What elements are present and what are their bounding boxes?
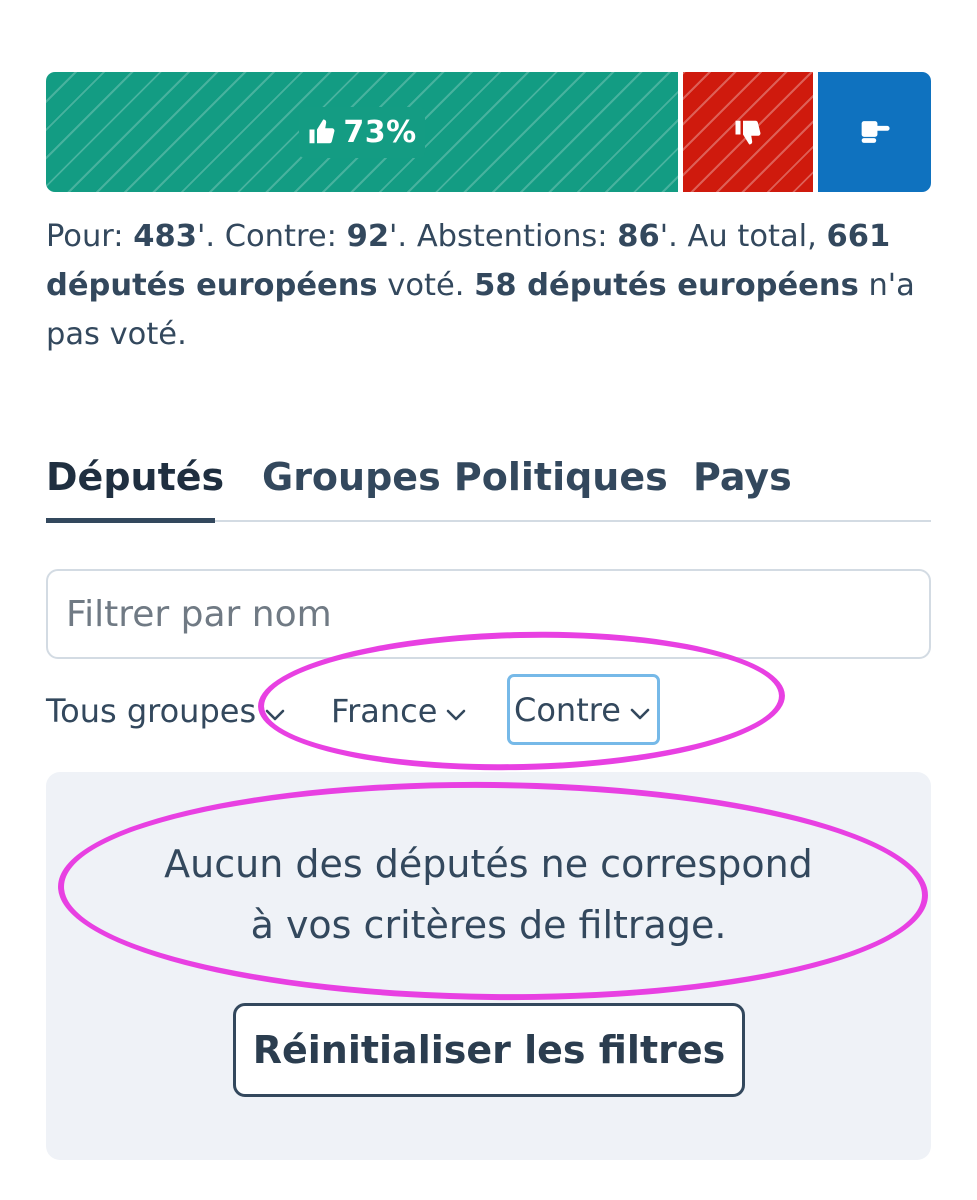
summary-absent-value: 58 députés européens bbox=[474, 268, 859, 303]
thumbs-up-icon bbox=[307, 117, 337, 147]
vote-bar-for-segment[interactable]: 73% bbox=[46, 72, 678, 192]
thumbs-down-icon bbox=[733, 117, 763, 147]
group-select[interactable]: Tous groupes bbox=[46, 680, 286, 742]
empty-results-panel bbox=[46, 772, 931, 1160]
position-select[interactable]: Contre bbox=[507, 674, 660, 745]
vote-bar-abstain-segment[interactable] bbox=[818, 72, 931, 192]
summary-against-value: 92 bbox=[346, 219, 390, 254]
summary-sep-abstain: '. Abstentions: bbox=[389, 219, 618, 254]
position-select-value: Contre bbox=[514, 690, 621, 729]
chevron-down-icon bbox=[264, 692, 286, 730]
summary-abstain-value: 86 bbox=[617, 219, 660, 254]
vote-result-bar: 73% bbox=[46, 72, 931, 192]
for-percentage-pill: 73% bbox=[299, 106, 425, 158]
name-filter-input[interactable] bbox=[46, 569, 931, 659]
tab-pays[interactable]: Pays bbox=[693, 448, 792, 506]
reset-filters-button[interactable]: Réinitialiser les filtres bbox=[233, 1003, 745, 1097]
hand-abstain-icon bbox=[858, 117, 892, 147]
active-tab-indicator bbox=[46, 518, 215, 523]
country-select-value: France bbox=[331, 692, 438, 730]
vote-summary: Pour: 483'. Contre: 92'. Abstentions: 86… bbox=[46, 212, 936, 359]
summary-sep-against: '. Contre: bbox=[196, 219, 347, 254]
summary-sep-total: '. Au total, bbox=[659, 219, 827, 254]
group-select-value: Tous groupes bbox=[46, 692, 257, 730]
tab-groupes-politiques[interactable]: Groupes Politiques bbox=[262, 448, 668, 506]
empty-message-line-1: Aucun des députés ne correspond bbox=[164, 842, 813, 886]
results-tabs: Députés Groupes Politiques Pays bbox=[46, 448, 931, 523]
country-select[interactable]: France bbox=[331, 680, 467, 742]
chevron-down-icon bbox=[629, 691, 651, 729]
empty-results-message: Aucun des députés ne correspond à vos cr… bbox=[0, 834, 977, 956]
chevron-down-icon bbox=[445, 692, 467, 730]
vote-bar-against-segment[interactable] bbox=[683, 72, 813, 192]
summary-for-label: Pour: bbox=[46, 219, 134, 254]
for-percentage-label: 73% bbox=[343, 114, 417, 150]
tab-deputes[interactable]: Députés bbox=[46, 448, 224, 506]
empty-message-line-2: à vos critères de filtrage. bbox=[250, 903, 727, 947]
summary-for-value: 483 bbox=[133, 219, 197, 254]
summary-voted-text: voté. bbox=[377, 268, 475, 303]
